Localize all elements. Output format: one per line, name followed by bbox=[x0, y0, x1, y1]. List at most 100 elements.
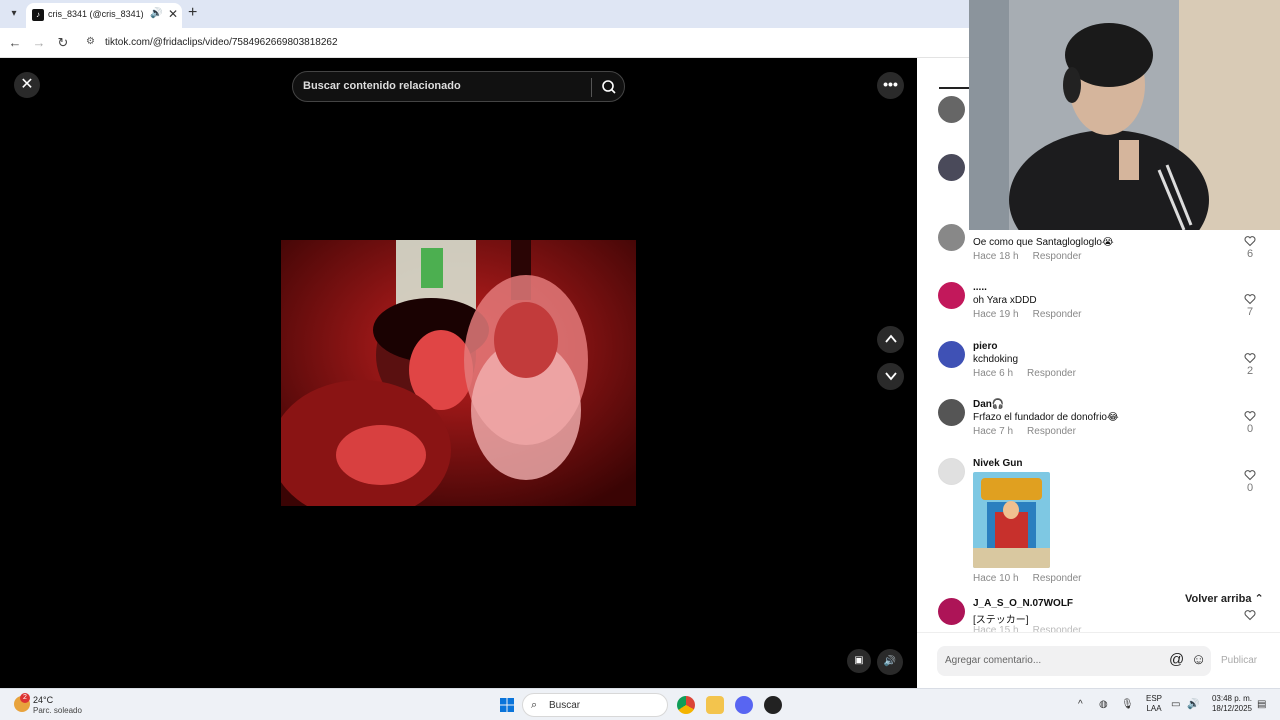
video-frame[interactable] bbox=[281, 240, 636, 506]
back-button[interactable]: ← bbox=[6, 34, 24, 52]
tab-list-dropdown-icon[interactable]: ▾ bbox=[6, 6, 22, 22]
video-stage: ✕ Buscar contenido relacionado ••• ▣ 🔊 bbox=[0, 58, 917, 688]
comment-meta: Hace 6 h Responder bbox=[973, 368, 1090, 379]
lang-secondary: LAA bbox=[1146, 704, 1162, 713]
taskbar-search[interactable]: ⌕ Buscar bbox=[522, 693, 668, 717]
like-icon[interactable] bbox=[1241, 608, 1259, 626]
search-icon: ⌕ bbox=[531, 699, 538, 711]
address-bar[interactable]: tiktok.com/@fridaclips/video/75849626698… bbox=[105, 37, 338, 48]
tab-audio-icon[interactable]: 🔊 bbox=[150, 8, 162, 19]
webcam-overlay bbox=[969, 0, 1280, 230]
avatar[interactable] bbox=[938, 458, 965, 485]
chrome-icon[interactable] bbox=[677, 696, 695, 714]
comment-sticker-image[interactable] bbox=[973, 472, 1050, 568]
search-divider bbox=[591, 78, 592, 97]
comment-time: Hace 6 h bbox=[973, 368, 1014, 379]
browser-tab-active[interactable]: ♪ cris_8341 (@cris_8341) | Tik 🔊 ✕ bbox=[26, 3, 182, 28]
comment-username[interactable]: piero bbox=[973, 341, 997, 352]
avatar[interactable] bbox=[938, 282, 965, 309]
reply-button[interactable]: Responder bbox=[1027, 426, 1076, 437]
double-chevron-up-icon: ⌃ bbox=[1254, 593, 1264, 605]
comment-input[interactable]: Agregar comentario... @ ☺ bbox=[937, 646, 1211, 676]
new-tab-button[interactable]: + bbox=[188, 4, 197, 22]
avatar[interactable] bbox=[938, 154, 965, 181]
comment-text: Oe como que Santaglogloglo😭 bbox=[973, 237, 1114, 248]
comment-meta: Hace 18 h Responder bbox=[973, 251, 1096, 262]
network-icon[interactable]: ◍ bbox=[1099, 699, 1108, 710]
input-language[interactable]: ESP LAA bbox=[1146, 694, 1162, 714]
comment-meta: Hace 7 h Responder bbox=[973, 426, 1090, 437]
more-options-icon[interactable]: ••• bbox=[877, 72, 904, 99]
file-explorer-icon[interactable] bbox=[706, 696, 724, 714]
reply-button[interactable]: Responder bbox=[1027, 368, 1076, 379]
comment-text: [ステッカー] bbox=[973, 615, 1029, 626]
avatar[interactable] bbox=[938, 598, 965, 625]
comment-time: Hace 18 h bbox=[973, 251, 1019, 262]
previous-video-button[interactable] bbox=[877, 326, 904, 353]
chevron-down-icon bbox=[884, 372, 897, 381]
tray-overflow-icon[interactable]: ^ bbox=[1078, 699, 1083, 710]
like-count: 0 bbox=[1246, 423, 1254, 435]
notification-icon[interactable]: ▤ bbox=[1257, 699, 1266, 710]
screen: ▾ ♪ cris_8341 (@cris_8341) | Tik 🔊 ✕ + ←… bbox=[0, 0, 1280, 720]
weather-condition[interactable]: Parc. soleado bbox=[33, 706, 82, 715]
wifi-icon[interactable]: ▭ bbox=[1171, 699, 1180, 710]
microphone-icon[interactable]: 🎙 bbox=[1121, 699, 1134, 710]
mini-player-icon[interactable]: ▣ bbox=[847, 649, 871, 673]
like-count: 6 bbox=[1246, 248, 1254, 260]
clock[interactable]: 03:48 p. m. 18/12/2025 bbox=[1206, 694, 1252, 714]
speaker-icon[interactable]: 🔊 bbox=[1187, 699, 1199, 710]
comment-time: Hace 10 h bbox=[973, 573, 1019, 584]
volume-icon[interactable]: 🔊 bbox=[877, 649, 903, 675]
comment-text: kchdoking bbox=[973, 354, 1019, 365]
comment-username[interactable]: Dan🎧 bbox=[973, 399, 1004, 410]
emoji-icon[interactable]: ☺ bbox=[1191, 651, 1206, 668]
app-icon[interactable] bbox=[764, 696, 782, 714]
avatar[interactable] bbox=[938, 224, 965, 251]
mention-icon[interactable]: @ bbox=[1169, 651, 1184, 668]
back-to-top-label: Volver arriba bbox=[1185, 593, 1252, 605]
reply-button[interactable]: Responder bbox=[1033, 251, 1082, 262]
windows-taskbar: 2 24°C Parc. soleado ⌕ Buscar ^ ◍ 🎙 ESP L… bbox=[0, 688, 1280, 720]
chevron-up-icon bbox=[884, 334, 897, 343]
search-placeholder: Buscar contenido relacionado bbox=[303, 80, 461, 92]
comment-time: Hace 7 h bbox=[973, 426, 1014, 437]
taskbar-search-label: Buscar bbox=[549, 700, 581, 711]
browser-nav-bar: ← → ↻ ⚙ tiktok.com/@fridaclips/video/758… bbox=[0, 28, 970, 58]
site-info-icon[interactable]: ⚙ bbox=[86, 36, 98, 48]
comment-username[interactable]: Nivek Gun bbox=[973, 458, 1022, 469]
clock-date: 18/12/2025 bbox=[1211, 704, 1252, 713]
weather-temp[interactable]: 24°C bbox=[33, 695, 53, 705]
comment-text: oh Yara xDDD bbox=[973, 295, 1037, 306]
comments-tab-indicator bbox=[939, 87, 969, 89]
next-video-button[interactable] bbox=[877, 363, 904, 390]
reply-button[interactable]: Responder bbox=[1033, 309, 1082, 320]
discord-icon[interactable] bbox=[735, 696, 753, 714]
comment-composer: Agregar comentario... @ ☺ Publicar bbox=[917, 632, 1280, 688]
search-icon[interactable] bbox=[600, 78, 618, 96]
comment-text: Frfazo el fundador de donofrio😂 bbox=[973, 412, 1119, 423]
weather-badge: 2 bbox=[20, 693, 30, 703]
tab-close-icon[interactable]: ✕ bbox=[168, 7, 178, 21]
reply-button[interactable]: Responder bbox=[1033, 573, 1082, 584]
tiktok-favicon-icon: ♪ bbox=[32, 9, 44, 21]
video-content-image bbox=[281, 240, 636, 506]
avatar[interactable] bbox=[938, 96, 965, 123]
back-to-top-button[interactable]: Volver arriba ⌃ bbox=[1185, 592, 1264, 605]
related-search-input[interactable]: Buscar contenido relacionado bbox=[292, 71, 625, 102]
comment-meta: Hace 10 h Responder bbox=[973, 573, 1096, 584]
avatar[interactable] bbox=[938, 341, 965, 368]
comment-username[interactable]: J_A_S_O_N.07WOLF bbox=[973, 598, 1073, 609]
comment-username[interactable]: ..... bbox=[973, 282, 987, 293]
close-video-button[interactable]: ✕ bbox=[14, 72, 40, 98]
forward-button[interactable]: → bbox=[30, 34, 48, 52]
avatar[interactable] bbox=[938, 399, 965, 426]
like-count: 7 bbox=[1246, 306, 1254, 318]
comment-time: Hace 19 h bbox=[973, 309, 1019, 320]
reload-button[interactable]: ↻ bbox=[54, 34, 72, 52]
publish-button[interactable]: Publicar bbox=[1221, 655, 1257, 666]
clock-time: 03:48 p. m. bbox=[1211, 694, 1252, 703]
like-count: 0 bbox=[1246, 482, 1254, 494]
windows-start-icon[interactable] bbox=[500, 698, 514, 712]
comment-placeholder: Agregar comentario... bbox=[945, 655, 1042, 666]
